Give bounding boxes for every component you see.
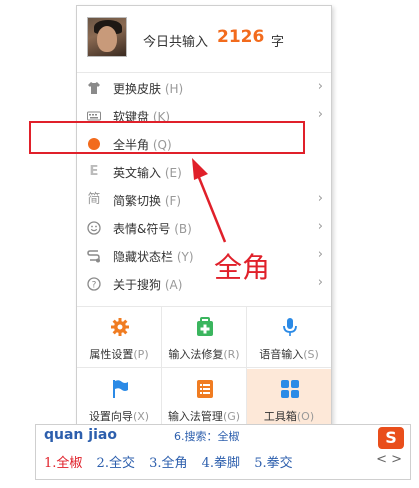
tool-shortcut: (S) <box>303 348 319 361</box>
letter-e-icon: E <box>89 164 99 179</box>
input-count-unit: 字 <box>271 35 285 50</box>
pinyin-composition: quan jiao <box>44 427 117 443</box>
page-nav-buttons[interactable]: < > <box>376 452 402 467</box>
candidate-item[interactable]: 2.全交 <box>97 452 135 471</box>
menu-item-shortcut: (F) <box>164 194 182 208</box>
tool-label: 输入法修复 <box>168 348 224 361</box>
highlight-box <box>29 121 305 154</box>
repair-kit-icon <box>195 317 215 337</box>
input-count-value: 2126 <box>217 27 265 47</box>
question-icon: ? <box>87 277 101 291</box>
tool-label: 输入法管理 <box>167 410 223 423</box>
chevron-right-icon: › <box>317 79 323 94</box>
tool-shortcut: (P) <box>133 348 149 361</box>
menu-item-label: 更换皮肤 <box>113 82 162 96</box>
tool-shortcut: (R) <box>223 348 240 361</box>
gear-icon <box>110 317 130 337</box>
menu-item-label: 英文输入 <box>113 166 162 180</box>
shirt-icon <box>87 81 101 95</box>
candidate-item[interactable]: 1.全椒 <box>44 452 82 471</box>
grid-icon <box>280 379 300 399</box>
candidate-item[interactable]: 4.拳脚 <box>202 452 240 471</box>
tool-voice-input[interactable]: 语音输入(S) <box>247 307 331 368</box>
header-divider <box>77 72 331 73</box>
annotation-arrow-icon <box>192 158 227 243</box>
chevron-right-icon: › <box>317 219 323 234</box>
tool-label: 工具箱 <box>263 410 297 423</box>
menu-item-label: 隐藏状态栏 <box>113 250 174 264</box>
tool-label: 属性设置 <box>89 348 134 361</box>
chevron-right-icon: › <box>317 191 323 206</box>
candidate-item[interactable]: 5.拳交 <box>254 452 292 471</box>
menu-item-shortcut: (A) <box>164 278 183 292</box>
tool-label: 设置向导 <box>88 410 133 423</box>
sogou-logo-icon: S <box>378 427 404 449</box>
smiley-icon <box>87 221 101 235</box>
menu-item-change-skin[interactable]: 更换皮肤 (H) › <box>77 74 331 102</box>
candidate-item[interactable]: 3.全角 <box>149 452 187 471</box>
menu-item-shortcut: (Y) <box>176 250 194 264</box>
input-count-label: 今日共输入 <box>143 35 209 50</box>
search-suggestion[interactable]: 6.搜索：全椒 <box>174 428 240 444</box>
chevron-right-icon: › <box>317 275 323 290</box>
menu-item-shortcut: (H) <box>164 82 184 96</box>
tool-label: 语音输入 <box>259 348 304 361</box>
jian-char-icon: 简 <box>87 192 101 207</box>
grid-divider <box>77 367 331 368</box>
user-avatar[interactable] <box>87 17 127 57</box>
chevron-right-icon: › <box>317 247 323 262</box>
tool-shortcut: (G) <box>222 410 241 423</box>
flag-icon <box>110 379 130 399</box>
tool-shortcut: (O) <box>296 410 315 423</box>
svg-text:?: ? <box>92 281 97 291</box>
annotation-label: 全角 <box>214 251 271 284</box>
candidate-bar: quan jiao 6.搜索：全椒 S 1.全椒 2.全交 3.全角 4.拳脚 … <box>35 424 411 480</box>
hide-statusbar-icon <box>87 249 101 263</box>
microphone-icon <box>280 317 300 337</box>
menu-item-label: 简繁切换 <box>113 194 162 208</box>
list-icon <box>195 379 215 399</box>
candidate-list: 1.全椒 2.全交 3.全角 4.拳脚 5.拳交 <box>44 452 303 471</box>
tool-shortcut: (X) <box>132 410 150 423</box>
menu-item-about-sogou[interactable]: ? 关于搜狗 (A) › <box>77 270 331 298</box>
chevron-right-icon: › <box>317 107 323 122</box>
tool-input-manager[interactable]: 输入法管理(G) <box>162 369 246 430</box>
tool-setup-wizard[interactable]: 设置向导(X) <box>77 369 161 430</box>
menu-header: 今日共输入 2126 字 <box>77 6 331 72</box>
tool-input-repair[interactable]: 输入法修复(R) <box>162 307 246 368</box>
tool-toolbox[interactable]: 工具箱(O) <box>247 369 331 429</box>
menu-item-label: 表情&符号 <box>113 222 171 236</box>
menu-item-label: 关于搜狗 <box>113 278 162 292</box>
tool-property-settings[interactable]: 属性设置(P) <box>77 307 161 368</box>
